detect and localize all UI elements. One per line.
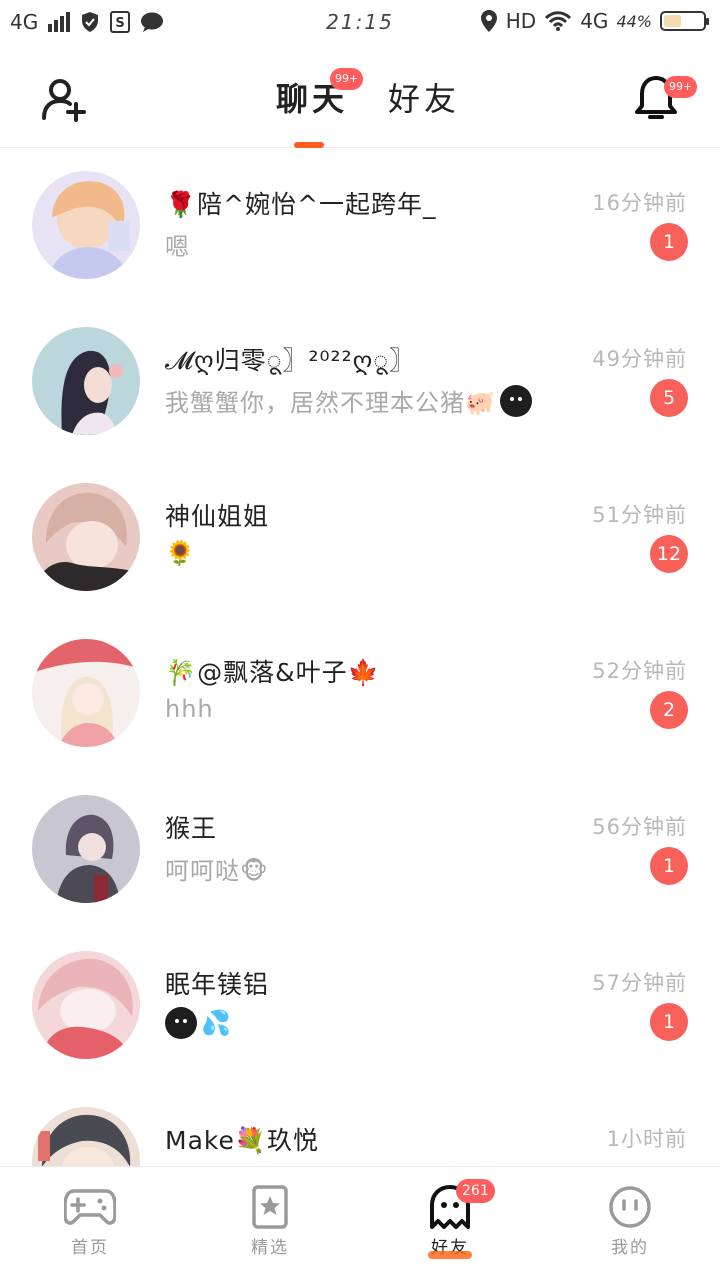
contact-name: 𝓜ღ归零ू〗²⁰²²ღू〗: [165, 346, 416, 375]
unread-count-badge: 12: [650, 535, 688, 573]
nav-friends[interactable]: 好友: [360, 1167, 540, 1280]
message-time: 57分钟前: [592, 971, 687, 995]
last-message-text: hhh: [165, 695, 214, 723]
last-message-text: 🌻: [165, 539, 196, 567]
avatar: [32, 1107, 140, 1166]
message-time: 52分钟前: [592, 659, 687, 683]
avatar: [32, 171, 140, 279]
contact-name: 🌹陪^婉怡^一起跨年_: [165, 190, 437, 219]
dark-face-emoji-icon: [499, 384, 532, 417]
message-time: 1小时前: [606, 1127, 687, 1151]
chat-list-item[interactable]: 🎋@飘落&叶子🍁 hhh 52分钟前 2: [0, 617, 720, 773]
tab-chat[interactable]: 聊天 99+: [276, 68, 364, 148]
hd-indicator: HD: [505, 9, 537, 33]
face-icon: [609, 1186, 651, 1228]
add-user-icon: [42, 79, 86, 122]
network-type-right: 4G: [580, 9, 609, 33]
chat-list-item[interactable]: 眠年镁铝 💦 57分钟前 1: [0, 929, 720, 1085]
avatar: [32, 483, 140, 591]
chat-list-item[interactable]: 𝓜ღ归零ू〗²⁰²²ღू〗 我蟹蟹你，居然不理本公猪🐖 49分钟前 5: [0, 305, 720, 461]
last-message: 呵呵哒🐵: [165, 851, 269, 886]
unread-count-badge: 2: [650, 691, 688, 729]
battery-icon: [660, 11, 709, 31]
message-time: 51分钟前: [592, 503, 687, 527]
friends-nav-badge: 261: [456, 1179, 495, 1203]
bottom-navigation: 首页 精选 好友 261 我的: [0, 1166, 720, 1280]
unread-count-badge: 1: [650, 223, 688, 261]
message-time: 56分钟前: [592, 815, 687, 839]
last-message-text: 呵呵哒🐵: [165, 857, 269, 885]
battery-fill: [664, 15, 681, 27]
top-header: 聊天 99+ 好友 99+: [0, 48, 720, 148]
nav-featured-label: 精选: [251, 1238, 289, 1258]
top-tabs: 聊天 99+ 好友: [276, 68, 460, 148]
nav-home[interactable]: 首页: [0, 1167, 180, 1280]
nav-me[interactable]: 我的: [540, 1167, 720, 1280]
chat-list-item[interactable]: 猴王 呵呵哒🐵 56分钟前 1: [0, 773, 720, 929]
avatar: [32, 795, 140, 903]
avatar: [32, 951, 140, 1059]
last-message-text: 我蟹蟹你，居然不理本公猪🐖: [165, 389, 496, 417]
chat-list: 🌹陪^婉怡^一起跨年_ 嗯 16分钟前 1 𝓜ღ归零ू〗²⁰²²ღू〗 我蟹蟹你…: [0, 149, 720, 1166]
contact-name: 猴王: [165, 814, 218, 843]
notification-badge: 99+: [664, 76, 698, 98]
unread-count-badge: 1: [650, 1003, 688, 1041]
contact-name: 眠年镁铝: [165, 970, 270, 999]
message-time: 49分钟前: [592, 347, 687, 371]
chat-list-item[interactable]: 神仙姐姐 🌻 51分钟前 12: [0, 461, 720, 617]
tab-friends-label: 好友: [388, 80, 461, 118]
message-time: 16分钟前: [592, 191, 687, 215]
chat-list-item[interactable]: 🌹陪^婉怡^一起跨年_ 嗯 16分钟前 1: [0, 149, 720, 305]
avatar: [32, 639, 140, 747]
star-bookmark-icon: [252, 1185, 288, 1229]
chat-list-item[interactable]: Make💐玖悦 1小时前: [0, 1085, 720, 1166]
active-tab-indicator: [294, 142, 324, 148]
nav-active-indicator: [428, 1251, 472, 1259]
nav-me-label: 我的: [611, 1238, 649, 1258]
last-message: hhh: [165, 695, 214, 723]
unread-count-badge: 5: [650, 379, 688, 417]
last-message: 🌻: [165, 539, 196, 567]
chat-tab-badge: 99+: [330, 68, 364, 90]
contact-name: 神仙姐姐: [165, 502, 270, 531]
battery-percent: 44%: [616, 11, 652, 31]
gamepad-icon: [64, 1189, 116, 1225]
last-message: 我蟹蟹你，居然不理本公猪🐖: [165, 383, 532, 418]
last-message-text: 嗯: [165, 233, 190, 261]
status-right: HD 4G 44%: [480, 9, 709, 33]
tab-friends[interactable]: 好友: [388, 74, 460, 120]
location-icon: [480, 10, 497, 32]
last-message: 嗯: [165, 227, 190, 262]
contact-name: Make💐玖悦: [165, 1126, 319, 1155]
last-message-text: 💦: [201, 1009, 232, 1037]
nav-featured[interactable]: 精选: [180, 1167, 360, 1280]
last-message: 💦: [165, 1007, 232, 1039]
contact-name: 🎋@飘落&叶子🍁: [165, 658, 380, 687]
add-friend-button[interactable]: [40, 76, 88, 124]
nav-home-label: 首页: [71, 1238, 109, 1258]
status-bar: 4G S 21:15 HD 4G 44%: [0, 0, 720, 48]
dark-face-emoji-icon: [165, 1007, 197, 1039]
unread-count-badge: 1: [650, 847, 688, 885]
wifi-icon: [545, 11, 572, 31]
avatar: [32, 327, 140, 435]
